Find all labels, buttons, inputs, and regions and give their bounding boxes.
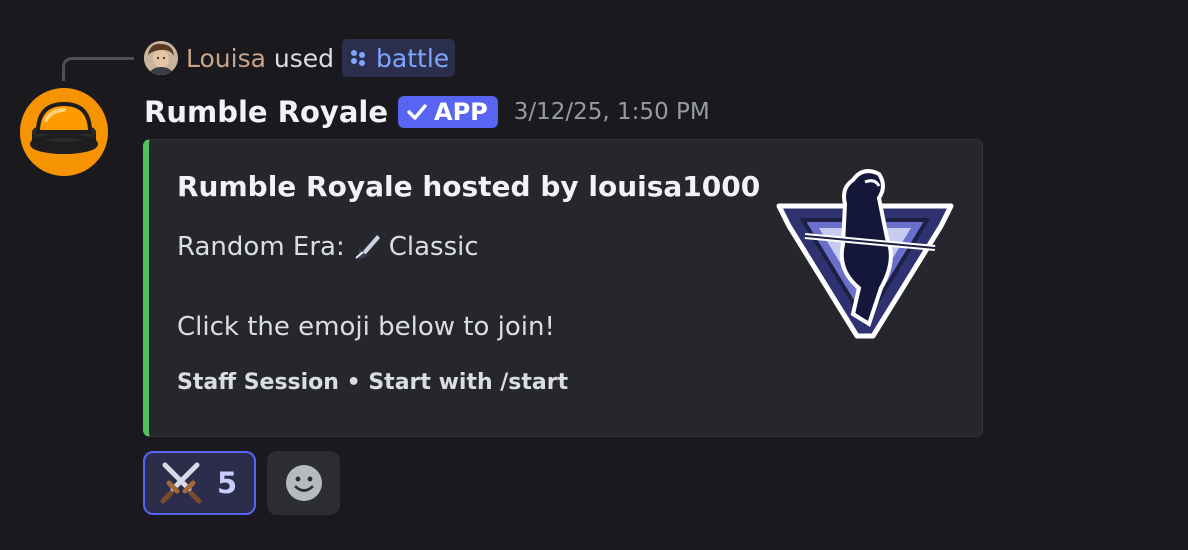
reaction-crossed-swords[interactable]: 5: [143, 451, 256, 515]
louisa-avatar[interactable]: [144, 41, 178, 75]
smiley-icon: [285, 465, 322, 501]
crossed-swords-emoji: [160, 462, 202, 504]
app-badge: APP: [398, 96, 498, 128]
reply-verb: used: [273, 43, 335, 73]
message-timestamp[interactable]: 3/12/25, 1:50 PM: [514, 99, 710, 125]
rumble-embed: Rumble Royale hosted by louisa1000 Rando…: [143, 139, 983, 437]
message-header: Rumble Royale APP 3/12/25, 1:50 PM: [144, 92, 710, 132]
reaction-count: 5: [217, 466, 238, 500]
reply-context[interactable]: Louisa used battle: [144, 38, 456, 78]
embed-thumbnail[interactable]: [775, 164, 955, 344]
command-mention[interactable]: battle: [342, 39, 456, 77]
embed-footer: Staff Session • Start with /start: [177, 370, 569, 395]
add-reaction-button[interactable]: [267, 451, 340, 515]
era-value: Classic: [388, 232, 479, 262]
slash-command-icon: [351, 50, 366, 66]
bot-username[interactable]: Rumble Royale: [144, 95, 388, 129]
quill-emoji: [355, 232, 382, 260]
bot-avatar[interactable]: [20, 88, 108, 176]
app-badge-label: APP: [434, 98, 488, 126]
command-name: battle: [376, 43, 450, 73]
embed-era-line: Random Era: Classic: [177, 232, 479, 262]
checkmark-icon: [407, 104, 427, 120]
embed-instruction: Click the emoji below to join!: [177, 312, 555, 342]
embed-title: Rumble Royale hosted by louisa1000: [177, 170, 761, 203]
era-label: Random Era:: [177, 232, 345, 262]
reply-username[interactable]: Louisa: [186, 44, 266, 73]
reply-connector: [62, 57, 134, 81]
